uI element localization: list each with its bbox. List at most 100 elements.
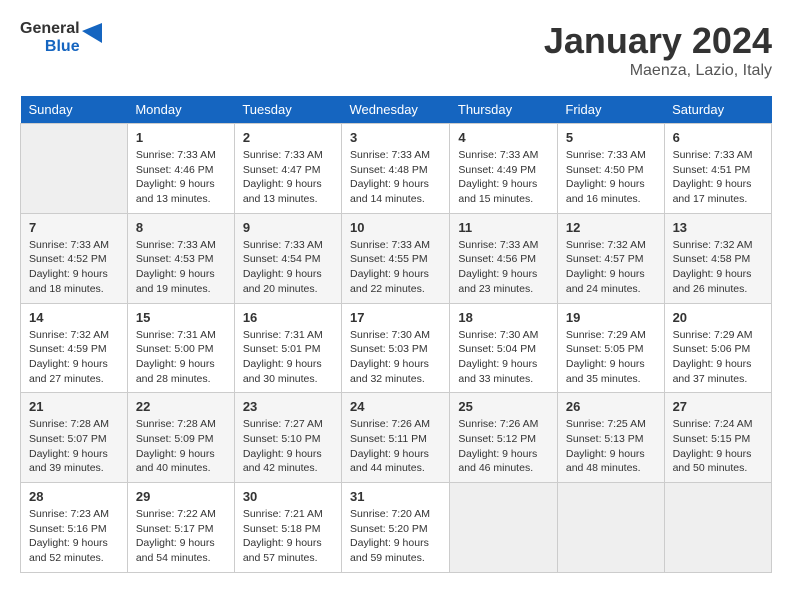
daylight-label: Daylight: [243, 358, 284, 370]
sunrise-label: Sunrise: [673, 329, 712, 341]
day-info: Sunrise: 7:33 AM Sunset: 4:51 PM Dayligh… [673, 148, 763, 207]
daylight-label: Daylight: [136, 537, 177, 549]
daylight-label: Daylight: [566, 358, 607, 370]
sunset-label: Sunset: [243, 433, 279, 445]
sunset-label: Sunset: [136, 164, 172, 176]
day-info: Sunrise: 7:28 AM Sunset: 5:09 PM Dayligh… [136, 417, 226, 476]
daylight-label: Daylight: [136, 178, 177, 190]
calendar-cell: 27 Sunrise: 7:24 AM Sunset: 5:15 PM Dayl… [664, 393, 771, 483]
sunset-label: Sunset: [243, 164, 279, 176]
sunrise-label: Sunrise: [29, 329, 68, 341]
sunrise-label: Sunrise: [566, 329, 605, 341]
daylight-label: Daylight: [243, 178, 284, 190]
day-info: Sunrise: 7:32 AM Sunset: 4:57 PM Dayligh… [566, 238, 656, 297]
sunset-label: Sunset: [566, 253, 602, 265]
sunrise-label: Sunrise: [136, 329, 175, 341]
day-number: 20 [673, 310, 763, 325]
day-info: Sunrise: 7:29 AM Sunset: 5:05 PM Dayligh… [566, 328, 656, 387]
calendar-cell: 22 Sunrise: 7:28 AM Sunset: 5:09 PM Dayl… [127, 393, 234, 483]
day-info: Sunrise: 7:26 AM Sunset: 5:11 PM Dayligh… [350, 417, 441, 476]
calendar-cell: 4 Sunrise: 7:33 AM Sunset: 4:49 PM Dayli… [450, 124, 557, 214]
day-info: Sunrise: 7:30 AM Sunset: 5:04 PM Dayligh… [458, 328, 548, 387]
weekday-header-friday: Friday [557, 96, 664, 124]
sunset-label: Sunset: [566, 433, 602, 445]
sunrise-label: Sunrise: [673, 149, 712, 161]
calendar-cell: 20 Sunrise: 7:29 AM Sunset: 5:06 PM Dayl… [664, 303, 771, 393]
sunset-label: Sunset: [350, 164, 386, 176]
weekday-header-tuesday: Tuesday [234, 96, 341, 124]
logo-text-blue: Blue [45, 38, 80, 56]
day-number: 8 [136, 220, 226, 235]
day-info: Sunrise: 7:33 AM Sunset: 4:53 PM Dayligh… [136, 238, 226, 297]
day-info: Sunrise: 7:31 AM Sunset: 5:01 PM Dayligh… [243, 328, 333, 387]
day-info: Sunrise: 7:21 AM Sunset: 5:18 PM Dayligh… [243, 507, 333, 566]
sunset-label: Sunset: [458, 253, 494, 265]
calendar-cell: 10 Sunrise: 7:33 AM Sunset: 4:55 PM Dayl… [342, 213, 450, 303]
sunrise-label: Sunrise: [136, 508, 175, 520]
daylight-label: Daylight: [350, 448, 391, 460]
sunrise-label: Sunrise: [566, 239, 605, 251]
weekday-header-monday: Monday [127, 96, 234, 124]
day-info: Sunrise: 7:29 AM Sunset: 5:06 PM Dayligh… [673, 328, 763, 387]
calendar-cell: 3 Sunrise: 7:33 AM Sunset: 4:48 PM Dayli… [342, 124, 450, 214]
daylight-label: Daylight: [243, 537, 284, 549]
daylight-label: Daylight: [673, 358, 714, 370]
day-number: 29 [136, 489, 226, 504]
daylight-label: Daylight: [566, 448, 607, 460]
day-number: 15 [136, 310, 226, 325]
day-number: 1 [136, 130, 226, 145]
daylight-label: Daylight: [136, 448, 177, 460]
day-info: Sunrise: 7:30 AM Sunset: 5:03 PM Dayligh… [350, 328, 441, 387]
day-number: 31 [350, 489, 441, 504]
calendar-week-1: 1 Sunrise: 7:33 AM Sunset: 4:46 PM Dayli… [21, 124, 772, 214]
day-number: 21 [29, 399, 119, 414]
day-number: 3 [350, 130, 441, 145]
weekday-header-row: SundayMondayTuesdayWednesdayThursdayFrid… [21, 96, 772, 124]
sunset-label: Sunset: [243, 343, 279, 355]
day-number: 16 [243, 310, 333, 325]
month-title: January 2024 [544, 20, 772, 62]
day-info: Sunrise: 7:24 AM Sunset: 5:15 PM Dayligh… [673, 417, 763, 476]
calendar-cell: 13 Sunrise: 7:32 AM Sunset: 4:58 PM Dayl… [664, 213, 771, 303]
daylight-label: Daylight: [350, 178, 391, 190]
day-number: 22 [136, 399, 226, 414]
calendar-cell: 26 Sunrise: 7:25 AM Sunset: 5:13 PM Dayl… [557, 393, 664, 483]
day-number: 10 [350, 220, 441, 235]
day-number: 17 [350, 310, 441, 325]
sunrise-label: Sunrise: [136, 239, 175, 251]
calendar-cell: 19 Sunrise: 7:29 AM Sunset: 5:05 PM Dayl… [557, 303, 664, 393]
daylight-label: Daylight: [566, 178, 607, 190]
calendar-cell: 9 Sunrise: 7:33 AM Sunset: 4:54 PM Dayli… [234, 213, 341, 303]
sunrise-label: Sunrise: [350, 329, 389, 341]
sunset-label: Sunset: [136, 523, 172, 535]
day-number: 12 [566, 220, 656, 235]
calendar-cell [450, 483, 557, 573]
logo: General Blue [20, 20, 102, 56]
daylight-label: Daylight: [566, 268, 607, 280]
logo-bird-icon [82, 23, 102, 53]
calendar-cell: 28 Sunrise: 7:23 AM Sunset: 5:16 PM Dayl… [21, 483, 128, 573]
sunrise-label: Sunrise: [29, 239, 68, 251]
sunset-label: Sunset: [350, 343, 386, 355]
sunrise-label: Sunrise: [566, 418, 605, 430]
day-info: Sunrise: 7:28 AM Sunset: 5:07 PM Dayligh… [29, 417, 119, 476]
sunrise-label: Sunrise: [350, 508, 389, 520]
sunset-label: Sunset: [458, 164, 494, 176]
sunrise-label: Sunrise: [136, 418, 175, 430]
day-info: Sunrise: 7:33 AM Sunset: 4:48 PM Dayligh… [350, 148, 441, 207]
day-info: Sunrise: 7:20 AM Sunset: 5:20 PM Dayligh… [350, 507, 441, 566]
day-info: Sunrise: 7:33 AM Sunset: 4:47 PM Dayligh… [243, 148, 333, 207]
calendar-cell: 16 Sunrise: 7:31 AM Sunset: 5:01 PM Dayl… [234, 303, 341, 393]
day-info: Sunrise: 7:33 AM Sunset: 4:50 PM Dayligh… [566, 148, 656, 207]
day-number: 26 [566, 399, 656, 414]
calendar-cell: 12 Sunrise: 7:32 AM Sunset: 4:57 PM Dayl… [557, 213, 664, 303]
calendar-cell [21, 124, 128, 214]
daylight-label: Daylight: [243, 448, 284, 460]
day-info: Sunrise: 7:23 AM Sunset: 5:16 PM Dayligh… [29, 507, 119, 566]
daylight-label: Daylight: [673, 448, 714, 460]
sunset-label: Sunset: [458, 343, 494, 355]
day-number: 5 [566, 130, 656, 145]
calendar-week-2: 7 Sunrise: 7:33 AM Sunset: 4:52 PM Dayli… [21, 213, 772, 303]
daylight-label: Daylight: [350, 268, 391, 280]
daylight-label: Daylight: [350, 358, 391, 370]
